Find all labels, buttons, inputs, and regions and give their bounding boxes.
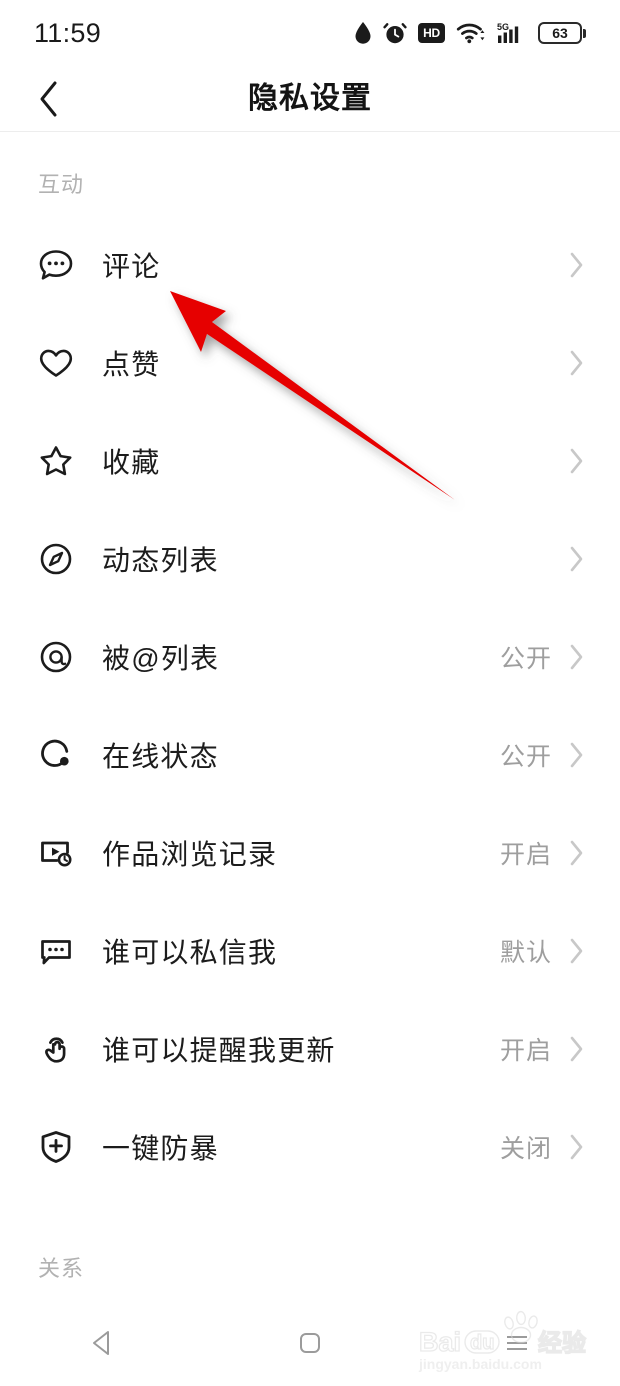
- chevron-right-icon: [568, 1132, 586, 1162]
- setting-row-likes[interactable]: 点赞: [0, 314, 620, 412]
- setting-value: 关闭: [499, 1135, 552, 1163]
- setting-label: 被@列表: [102, 643, 220, 674]
- star-icon: [36, 441, 76, 481]
- battery-level: 63: [552, 25, 568, 41]
- video-history-icon: [36, 833, 76, 873]
- chevron-right-icon: [568, 250, 586, 280]
- nav-home-button[interactable]: [207, 1300, 414, 1386]
- setting-value: 开启: [499, 841, 552, 869]
- nav-back-button[interactable]: [0, 1300, 207, 1386]
- chevron-right-icon: [568, 348, 586, 378]
- phone-screen: 11:59 HD 5G 63 隐私设置 互动 评论 点赞 收藏 动态列表 被@列…: [0, 0, 620, 1386]
- setting-row-online-status[interactable]: 在线状态 公开: [0, 706, 620, 804]
- chevron-right-icon: [568, 544, 586, 574]
- setting-label: 一键防暴: [102, 1133, 219, 1164]
- setting-label: 谁可以提醒我更新: [102, 1035, 336, 1066]
- status-time: 11:59: [34, 17, 102, 48]
- section-header-relations: 关系: [38, 1256, 85, 1281]
- signal-5g-icon: 5G: [497, 22, 519, 43]
- setting-label: 点赞: [102, 349, 161, 380]
- setting-label: 评论: [102, 251, 161, 282]
- svg-text:5G: 5G: [497, 22, 509, 32]
- comment-bubble-icon: [36, 245, 76, 285]
- setting-row-comments[interactable]: 评论: [0, 216, 620, 314]
- setting-label: 谁可以私信我: [102, 937, 278, 968]
- setting-label: 在线状态: [102, 741, 219, 772]
- setting-value: 默认: [499, 939, 552, 967]
- menu-lines-icon: [506, 1336, 527, 1350]
- online-status-icon: [36, 735, 76, 775]
- setting-value: 开启: [499, 1037, 552, 1065]
- chevron-right-icon: [568, 936, 586, 966]
- shield-plus-icon: [36, 1127, 76, 1167]
- heart-icon: [36, 343, 76, 383]
- chevron-right-icon: [568, 838, 586, 868]
- setting-row-anti-abuse[interactable]: 一键防暴 关闭: [0, 1098, 620, 1196]
- at-sign-icon: [36, 637, 76, 677]
- system-navigation-bar: [0, 1300, 620, 1386]
- chevron-right-icon: [568, 642, 586, 672]
- app-header: 隐私设置: [0, 66, 620, 132]
- hd-icon: HD: [418, 23, 445, 43]
- home-square-icon: [300, 1333, 320, 1353]
- section-header-interaction: 互动: [38, 172, 85, 197]
- nav-recents-button[interactable]: [413, 1300, 620, 1386]
- compass-icon: [36, 539, 76, 579]
- alarm-clock-icon: [383, 23, 407, 44]
- setting-row-update-reminder[interactable]: 谁可以提醒我更新 开启: [0, 1000, 620, 1098]
- page-title: 隐私设置: [248, 82, 372, 115]
- tap-hand-icon: [36, 1029, 76, 1069]
- chevron-right-icon: [568, 740, 586, 770]
- wifi-icon: [456, 23, 485, 44]
- setting-row-mentions[interactable]: 被@列表 公开: [0, 608, 620, 706]
- hd-label: HD: [423, 26, 440, 40]
- water-drop-icon: [355, 22, 371, 44]
- setting-row-direct-message[interactable]: 谁可以私信我 默认: [0, 902, 620, 1000]
- settings-list: 互动 评论 点赞 收藏 动态列表 被@列表 公开 在线状态 公开 作品浏览记录 …: [0, 132, 620, 1300]
- message-icon: [36, 931, 76, 971]
- setting-row-watch-history[interactable]: 作品浏览记录 开启: [0, 804, 620, 902]
- status-bar: 11:59 HD 5G 63: [0, 0, 620, 66]
- setting-label: 收藏: [102, 447, 161, 478]
- status-icon-group: HD 5G 63: [354, 21, 586, 45]
- chevron-right-icon: [568, 446, 586, 476]
- setting-label: 动态列表: [102, 545, 219, 576]
- setting-row-moments[interactable]: 动态列表: [0, 510, 620, 608]
- setting-label: 作品浏览记录: [102, 839, 278, 870]
- back-triangle-icon: [93, 1331, 110, 1355]
- setting-row-favorites[interactable]: 收藏: [0, 412, 620, 510]
- battery-cap: [583, 28, 586, 38]
- setting-value: 公开: [499, 645, 552, 673]
- battery-icon: 63: [538, 22, 586, 44]
- setting-value: 公开: [499, 743, 552, 771]
- chevron-right-icon: [568, 1034, 586, 1064]
